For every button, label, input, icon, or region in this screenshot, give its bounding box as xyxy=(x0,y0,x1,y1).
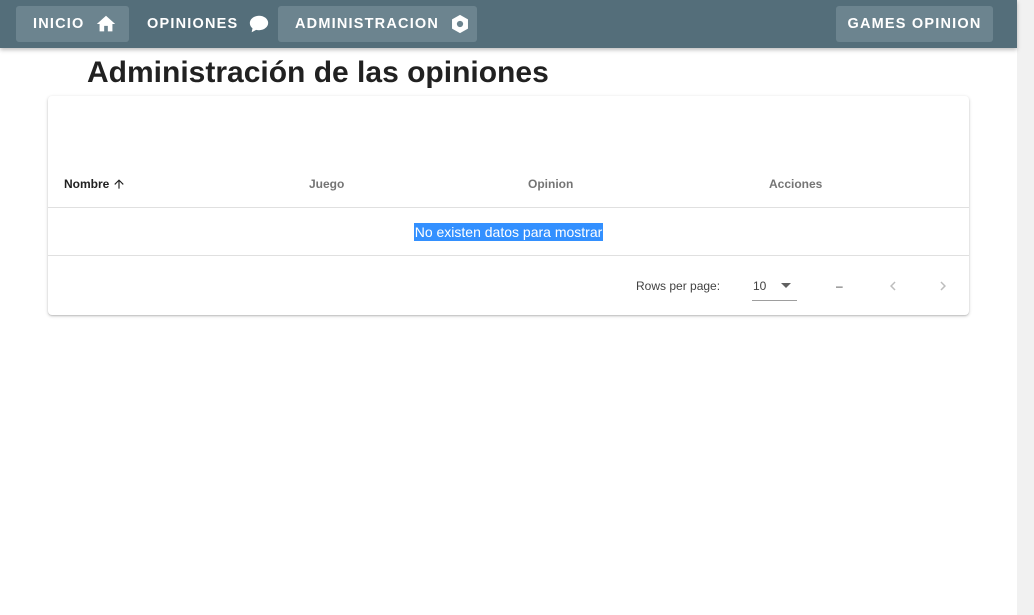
hexagon-icon xyxy=(449,12,471,36)
rows-per-page-value: 10 xyxy=(753,278,767,293)
brand-button[interactable]: GAMES OPINION xyxy=(836,6,993,42)
rows-per-page-select[interactable]: 10 xyxy=(752,271,797,301)
empty-table-row: No existen datos para mostrar xyxy=(48,208,969,256)
page-title: Administración de las opiniones xyxy=(87,56,549,89)
column-header-acciones: Acciones xyxy=(769,160,822,208)
chevron-right-icon xyxy=(940,281,946,291)
page-range-text: – xyxy=(836,279,843,293)
column-header-juego[interactable]: Juego xyxy=(309,160,344,208)
opinions-table-card: Nombre Juego Opinion Acciones No existen… xyxy=(48,96,969,315)
column-header-opinion-label: Opinion xyxy=(528,177,574,191)
column-header-nombre-label: Nombre xyxy=(64,177,110,191)
table-footer: Rows per page: 10 – xyxy=(48,257,969,315)
comment-icon xyxy=(248,12,270,36)
nav-opiniones-label: OPINIONES xyxy=(147,16,239,32)
sort-arrow-up-icon xyxy=(112,177,126,191)
table-header: Nombre Juego Opinion Acciones xyxy=(48,160,969,208)
column-header-opinion[interactable]: Opinion xyxy=(528,160,573,208)
empty-table-message: No existen datos para mostrar xyxy=(413,222,604,241)
home-icon xyxy=(95,12,117,36)
column-header-nombre[interactable]: Nombre xyxy=(64,160,126,208)
nav-inicio-button[interactable]: INICIO xyxy=(16,6,129,42)
next-page-button[interactable] xyxy=(930,273,956,299)
nav-opiniones-button[interactable]: OPINIONES xyxy=(130,6,276,42)
nav-administracion-label: ADMINISTRACION xyxy=(295,16,440,32)
rows-per-page-label: Rows per page: xyxy=(636,279,721,293)
column-header-juego-label: Juego xyxy=(309,177,345,191)
nav-administracion-button[interactable]: ADMINISTRACION xyxy=(278,6,477,42)
previous-page-button[interactable] xyxy=(880,273,906,299)
page-scrollbar[interactable] xyxy=(1017,0,1034,615)
chevron-left-icon xyxy=(890,281,896,291)
column-header-acciones-label: Acciones xyxy=(769,177,823,191)
dropdown-caret-icon xyxy=(781,283,791,288)
nav-inicio-label: INICIO xyxy=(33,16,85,32)
top-app-bar: INICIO OPINIONES ADMINISTRACION GAMES OP… xyxy=(0,0,1017,48)
brand-label: GAMES OPINION xyxy=(847,16,982,32)
